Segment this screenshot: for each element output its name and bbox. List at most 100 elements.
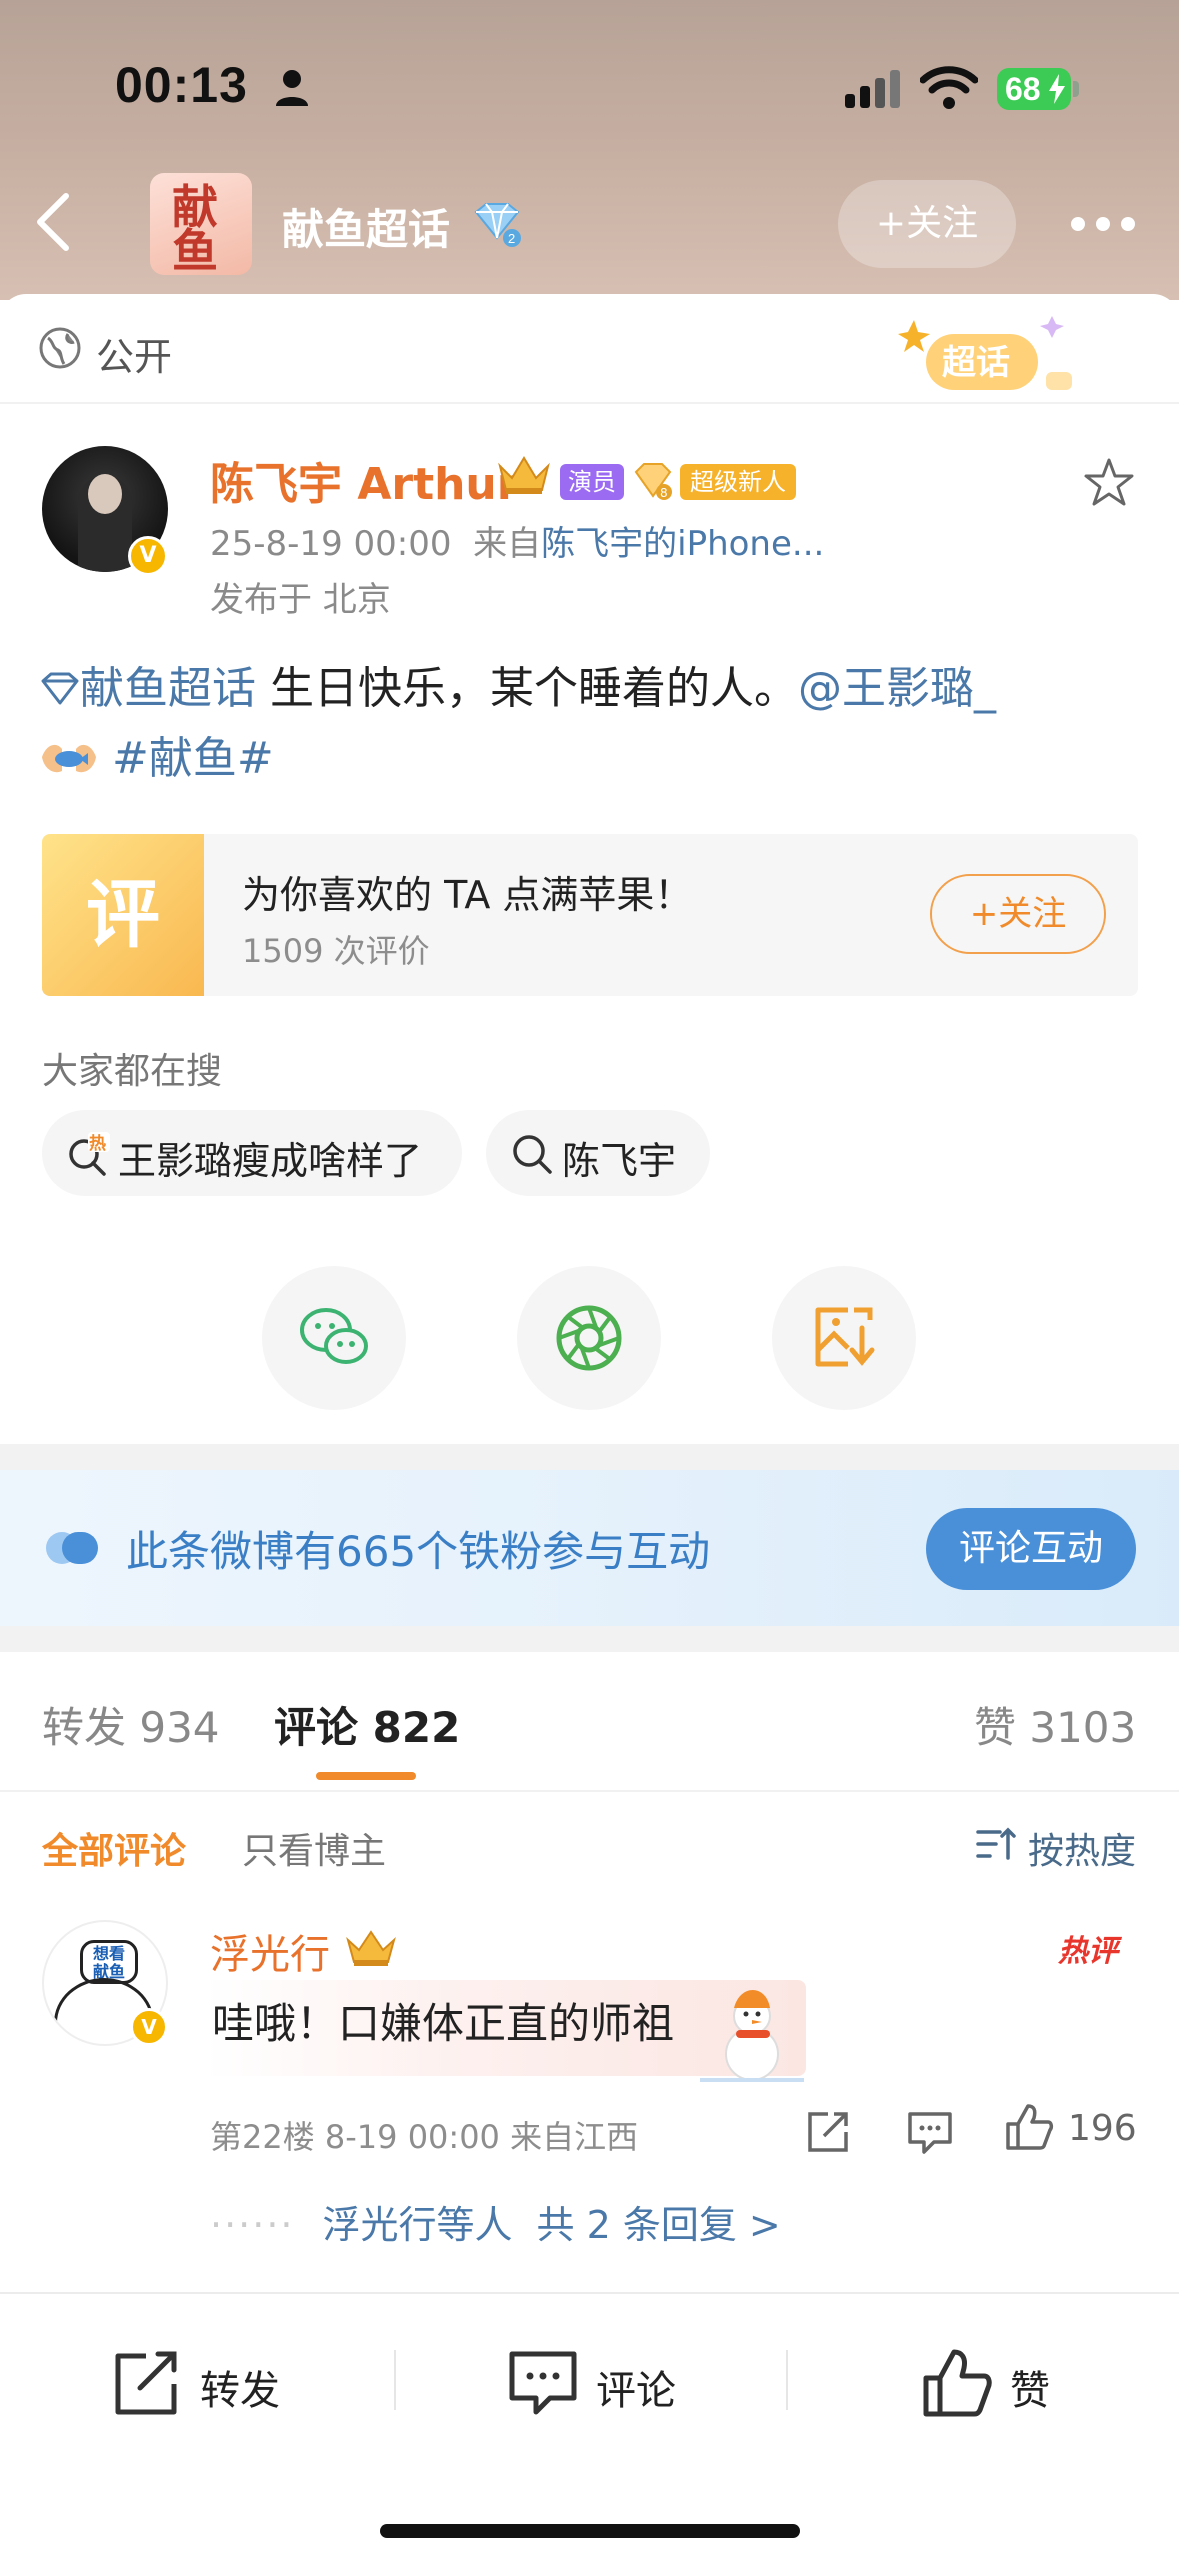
verified-badge: V	[128, 536, 168, 576]
sort-icon[interactable]	[976, 1826, 1016, 1862]
bottom-action-bar: 转发 评论 赞	[0, 2292, 1179, 2556]
commenter-verified-badge: V	[130, 2008, 168, 2046]
chaohua-sticker-icon: 超话	[898, 316, 1072, 390]
home-indicator[interactable]	[380, 2524, 800, 2538]
sort-by-hot[interactable]: 按热度	[1028, 1822, 1136, 1874]
fans-icon	[46, 1532, 98, 1564]
back-icon[interactable]	[32, 192, 76, 252]
topic-thumbnail-text: 献鱼	[172, 180, 218, 275]
post-meta: 25-8-19 00:00 来自陈飞宇的iPhone...	[210, 516, 824, 565]
topic-title[interactable]: 献鱼超话	[282, 196, 450, 257]
visibility-row: 公开 超话	[0, 294, 1179, 404]
comment-button[interactable]: 评论	[508, 2348, 728, 2418]
tab-like[interactable]: 赞 3103	[974, 1694, 1136, 1755]
follow-topic-button[interactable]: +关注	[838, 180, 1016, 268]
moments-icon	[556, 1305, 622, 1371]
save-image-button[interactable]	[772, 1266, 916, 1410]
header-background: 00:13 68 献鱼 献鱼超话 2 +关注	[0, 0, 1179, 300]
diamond-level-icon: 2	[474, 203, 521, 247]
replies-by: 浮光行等人	[322, 2203, 513, 2247]
rating-card[interactable]: 评 为你喜欢的 TA 点满苹果！ 1509 次评价 +关注	[42, 834, 1138, 996]
repost-label: 转发	[200, 2368, 280, 2414]
search-heading: 大家都在搜	[42, 1051, 223, 1092]
wechat-icon	[300, 1308, 368, 1364]
crown-icon	[498, 456, 550, 494]
globe-icon	[39, 327, 81, 369]
share-moments-button[interactable]	[517, 1266, 661, 1410]
comment-repost-icon[interactable]	[806, 2110, 850, 2154]
search-chip[interactable]: 陈飞宇	[486, 1110, 710, 1196]
tab-repost[interactable]: 转发 934	[42, 1694, 220, 1755]
hot-comment-badge: 热评	[1058, 1934, 1118, 1969]
battery-tip	[1073, 81, 1079, 97]
nav-bar: 献鱼 献鱼超话 2 +关注	[0, 170, 1179, 280]
tab-comment[interactable]: 评论 822	[274, 1694, 460, 1755]
rating-follow-button[interactable]: +关注	[930, 874, 1106, 954]
author-header: V 陈飞宇 Arthur 演员 8 超级新人 25-8-19 00:00 来自陈…	[0, 424, 1179, 620]
post-text: 献鱼超话 生日快乐，某个睡着的人。@王影璐_ #献鱼#	[40, 654, 1140, 794]
like-button[interactable]: 赞	[922, 2348, 1102, 2418]
source-prefix: 来自	[473, 524, 542, 564]
like-icon	[923, 2349, 992, 2417]
author-name[interactable]: 陈飞宇 Arthur	[210, 448, 518, 512]
comment-icon	[509, 2351, 577, 2415]
action-separator	[394, 2350, 396, 2410]
more-icon[interactable]	[1068, 214, 1138, 234]
cellular-signal-icon	[845, 70, 900, 108]
actor-tag: 演员	[560, 464, 624, 500]
crown-icon	[346, 1930, 396, 1966]
super-newbie-tag: 超级新人	[680, 464, 796, 500]
battery-indicator: 68	[997, 68, 1071, 110]
comment-reply-icon[interactable]	[906, 2110, 954, 2154]
hot-mark: 热	[89, 1133, 106, 1154]
comment-label: 评论	[596, 2368, 676, 2414]
action-separator	[786, 2350, 788, 2410]
repost-button[interactable]: 转发	[112, 2348, 332, 2418]
fish-hands-emoji-icon	[42, 744, 96, 773]
search-chip-hot[interactable]: 热 王影璐瘦成啥样了	[42, 1110, 462, 1196]
post-source[interactable]: 陈飞宇的iPhone...	[541, 524, 824, 564]
view-replies-link[interactable]: ······ 浮光行等人共 2 条回复 >	[210, 2194, 781, 2249]
visibility-label: 公开	[96, 335, 173, 379]
save-image-icon	[815, 1307, 875, 1367]
share-wechat-button[interactable]	[262, 1266, 406, 1410]
comment-like-count: 196	[1068, 2108, 1137, 2149]
filter-all-comments[interactable]: 全部评论	[42, 1822, 186, 1874]
hashtag-link[interactable]: #献鱼#	[112, 733, 274, 784]
svg-text:8: 8	[660, 486, 668, 500]
comment-interact-button[interactable]: 评论互动	[926, 1508, 1136, 1590]
repost-icon	[115, 2351, 177, 2415]
fans-interaction-banner[interactable]: 此条微博有665个铁粉参与互动 评论互动	[0, 1470, 1179, 1626]
status-bar: 00:13 68	[0, 50, 1179, 130]
comment-text: 哇哦！口嫌体正直的师祖	[212, 1999, 675, 2048]
replies-dots: ······	[210, 2203, 295, 2247]
avatar-face	[88, 474, 122, 514]
favorite-star-icon[interactable]	[1082, 456, 1136, 510]
charging-bolt-icon	[1049, 74, 1065, 104]
post-message: 生日快乐，某个睡着的人。	[256, 663, 798, 714]
svg-text:2: 2	[508, 231, 515, 246]
interaction-tabs: 转发 934 评论 822 赞 3103	[0, 1652, 1179, 1792]
filter-owner-only[interactable]: 只看博主	[242, 1822, 386, 1874]
like-label: 赞	[1010, 2368, 1050, 2414]
commenter-name[interactable]: 浮光行	[210, 1922, 330, 1980]
topic-link[interactable]: 献鱼超话	[80, 663, 256, 714]
snowman-decoration-icon	[700, 1990, 804, 2082]
mention-link[interactable]: @王影璐_	[798, 663, 996, 714]
fans-banner-text: 此条微博有665个铁粉参与互动	[126, 1527, 711, 1576]
topic-gem-icon	[41, 672, 79, 705]
post-time: 25-8-19 00:00	[210, 524, 452, 564]
post-location: 发布于 北京	[210, 580, 391, 620]
comment-meta: 第22楼 8-19 00:00 来自江西	[210, 2118, 639, 2156]
rating-title: 为你喜欢的 TA 点满苹果！	[242, 873, 693, 917]
topic-thumbnail[interactable]: 献鱼	[150, 173, 252, 275]
comment-filter-bar: 全部评论 只看博主 按热度	[0, 1792, 1179, 1890]
battery-level: 68	[1005, 71, 1041, 107]
comment-like-icon[interactable]	[1004, 2102, 1054, 2152]
gem-badge-icon: 8	[634, 463, 672, 500]
chaohua-sticker-text: 超话	[942, 343, 1010, 383]
person-icon	[276, 70, 308, 106]
search-chip-label: 陈飞宇	[562, 1139, 677, 1183]
post-card: 公开 超话 V 陈飞宇 Arthur 演员 8 超级新人 25-8-19 00:…	[0, 294, 1179, 2556]
replies-count: 共 2 条回复 >	[536, 2203, 781, 2247]
